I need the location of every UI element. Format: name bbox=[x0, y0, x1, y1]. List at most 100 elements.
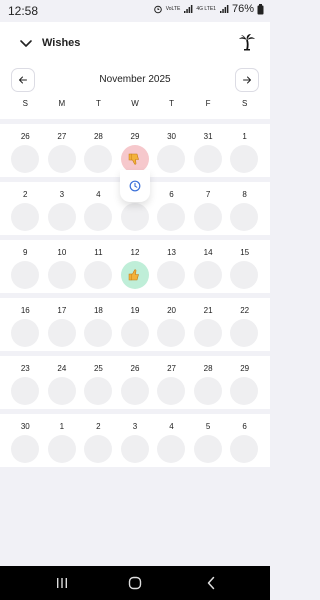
day-cell[interactable]: 4 bbox=[80, 182, 117, 235]
day-wish-button[interactable] bbox=[47, 203, 76, 231]
day-wish-button[interactable] bbox=[230, 319, 259, 347]
day-cell[interactable]: 4 bbox=[153, 414, 190, 467]
day-wish-button[interactable] bbox=[193, 435, 222, 463]
day-cell[interactable]: 16 bbox=[7, 298, 44, 351]
day-cell[interactable]: 28 bbox=[80, 124, 117, 177]
clock-icon[interactable] bbox=[129, 180, 141, 192]
palm-tree-icon[interactable] bbox=[238, 33, 256, 51]
day-number: 6 bbox=[242, 422, 247, 431]
day-wish-button[interactable] bbox=[120, 261, 149, 289]
day-wish-button[interactable] bbox=[193, 145, 222, 173]
day-cell[interactable]: 3 bbox=[117, 414, 154, 467]
day-wish-button[interactable] bbox=[84, 203, 113, 231]
reminder-popup[interactable] bbox=[120, 170, 150, 202]
day-wish-button[interactable] bbox=[230, 377, 259, 405]
day-wish-button[interactable] bbox=[157, 377, 186, 405]
day-cell[interactable]: 11 bbox=[80, 240, 117, 293]
next-month-button[interactable] bbox=[235, 68, 259, 92]
day-cell[interactable]: 1 bbox=[44, 414, 81, 467]
day-wish-button[interactable] bbox=[11, 377, 39, 405]
day-cell[interactable]: 6 bbox=[153, 182, 190, 235]
day-cell[interactable]: 6 bbox=[226, 414, 263, 467]
day-wish-button[interactable] bbox=[84, 435, 113, 463]
day-wish-button[interactable] bbox=[157, 145, 186, 173]
day-wish-button[interactable] bbox=[11, 145, 39, 173]
day-wish-button[interactable] bbox=[193, 261, 222, 289]
page-title[interactable]: Wishes bbox=[42, 37, 80, 49]
day-cell[interactable]: 17 bbox=[44, 298, 81, 351]
home-icon[interactable] bbox=[128, 576, 142, 590]
chevron-down-icon[interactable] bbox=[18, 35, 34, 51]
day-wish-button[interactable] bbox=[157, 319, 186, 347]
day-wish-button[interactable] bbox=[84, 377, 113, 405]
day-cell[interactable]: 29 bbox=[226, 356, 263, 409]
back-icon[interactable] bbox=[206, 576, 216, 590]
day-wish-button[interactable] bbox=[120, 435, 149, 463]
recent-apps-icon[interactable] bbox=[56, 576, 68, 590]
week-row: 16 17 18 19 20 21 22 bbox=[0, 298, 270, 351]
day-wish-button[interactable] bbox=[120, 377, 149, 405]
day-wish-button[interactable] bbox=[120, 145, 149, 173]
day-wish-button[interactable] bbox=[120, 319, 149, 347]
day-wish-button[interactable] bbox=[230, 261, 259, 289]
day-wish-button[interactable] bbox=[47, 145, 76, 173]
battery-text: 76% bbox=[231, 3, 254, 15]
day-number: 3 bbox=[59, 190, 65, 199]
day-wish-button[interactable] bbox=[84, 145, 113, 173]
day-cell[interactable]: 20 bbox=[153, 298, 190, 351]
day-cell[interactable]: 2 bbox=[80, 414, 117, 467]
day-cell[interactable]: 13 bbox=[153, 240, 190, 293]
day-cell[interactable]: 12 bbox=[117, 240, 154, 293]
day-cell[interactable]: 26 bbox=[117, 356, 154, 409]
day-wish-button[interactable] bbox=[84, 319, 113, 347]
day-cell[interactable]: 28 bbox=[190, 356, 227, 409]
day-wish-button[interactable] bbox=[193, 377, 222, 405]
day-wish-button[interactable] bbox=[120, 203, 149, 231]
day-cell[interactable]: 19 bbox=[117, 298, 154, 351]
day-wish-button[interactable] bbox=[230, 203, 259, 231]
day-cell[interactable]: 25 bbox=[80, 356, 117, 409]
day-wish-button[interactable] bbox=[84, 261, 113, 289]
day-wish-button[interactable] bbox=[230, 145, 259, 173]
day-cell[interactable]: 26 bbox=[7, 124, 44, 177]
day-cell[interactable]: 10 bbox=[44, 240, 81, 293]
day-number: 21 bbox=[203, 306, 213, 315]
day-wish-button[interactable] bbox=[47, 377, 76, 405]
day-wish-button[interactable] bbox=[11, 261, 39, 289]
day-wish-button[interactable] bbox=[157, 261, 186, 289]
day-number: 16 bbox=[20, 306, 30, 315]
day-cell[interactable]: 2 bbox=[7, 182, 44, 235]
day-wish-button[interactable] bbox=[193, 203, 222, 231]
day-cell[interactable]: 21 bbox=[190, 298, 227, 351]
day-wish-button[interactable] bbox=[11, 319, 39, 347]
day-cell[interactable]: 27 bbox=[44, 124, 81, 177]
day-wish-button[interactable] bbox=[11, 203, 39, 231]
day-wish-button[interactable] bbox=[47, 319, 76, 347]
day-cell[interactable]: 14 bbox=[190, 240, 227, 293]
day-cell[interactable]: 1 bbox=[226, 124, 263, 177]
day-cell[interactable]: 30 bbox=[7, 414, 44, 467]
day-number: 15 bbox=[240, 248, 250, 257]
day-wish-button[interactable] bbox=[47, 435, 76, 463]
day-cell[interactable]: 7 bbox=[190, 182, 227, 235]
day-cell[interactable]: 8 bbox=[226, 182, 263, 235]
day-cell[interactable]: 5 bbox=[190, 414, 227, 467]
day-cell[interactable]: 22 bbox=[226, 298, 263, 351]
day-cell[interactable]: 23 bbox=[7, 356, 44, 409]
day-cell[interactable]: 24 bbox=[44, 356, 81, 409]
day-wish-button[interactable] bbox=[157, 435, 186, 463]
day-wish-button[interactable] bbox=[157, 203, 186, 231]
day-cell[interactable]: 15 bbox=[226, 240, 263, 293]
signal-icon bbox=[184, 5, 193, 13]
day-wish-button[interactable] bbox=[230, 435, 259, 463]
day-cell[interactable]: 31 bbox=[190, 124, 227, 177]
day-cell[interactable]: 18 bbox=[80, 298, 117, 351]
day-cell[interactable]: 30 bbox=[153, 124, 190, 177]
day-wish-button[interactable] bbox=[11, 435, 39, 463]
day-cell[interactable]: 9 bbox=[7, 240, 44, 293]
day-wish-button[interactable] bbox=[47, 261, 76, 289]
day-wish-button[interactable] bbox=[193, 319, 222, 347]
day-cell[interactable]: 3 bbox=[44, 182, 81, 235]
day-number: 28 bbox=[203, 364, 213, 373]
day-cell[interactable]: 27 bbox=[153, 356, 190, 409]
